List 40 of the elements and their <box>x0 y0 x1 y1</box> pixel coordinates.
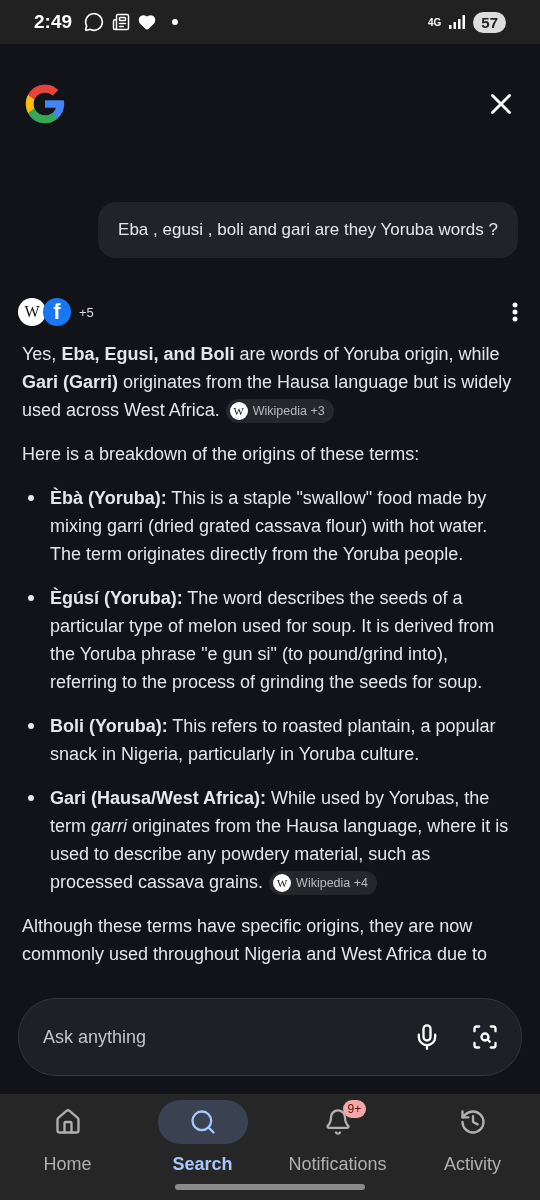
nav-tab[interactable]: 9+ Notifications <box>277 1100 398 1175</box>
home-icon <box>53 1108 82 1136</box>
heart-icon <box>138 13 157 31</box>
signal-icon <box>449 15 466 29</box>
battery-level: 57 <box>473 11 506 33</box>
bullet-icon <box>28 723 34 729</box>
bullet-text: Gari (Hausa/West Africa): While used by Yorubas, the term garri originates from the Hausa language, where it is used to describe any powdery material, such as processed cassava grains. W Wikipedia +4 <box>50 784 518 896</box>
camera-search-icon <box>471 1023 499 1051</box>
status-time: 2:49 <box>34 11 73 33</box>
source-chip[interactable]: W Wikipedia +3 <box>225 399 334 424</box>
source-chip[interactable]: W Wikipedia +4 <box>269 871 378 896</box>
bullet-text: Boli (Yoruba): This refers to roasted plantain, a popular snack in Nigeria, particularly in Yoruba culture. <box>50 715 497 766</box>
bullet-text: Ègúsí (Yoruba): The word describes the seeds of a particular type of melon used for soup. It is derived from the Yoruba phrase "e gun si" (to pound/grind into), referring to the process of grinding the seeds for soup. <box>50 586 496 694</box>
nav-tab[interactable]: Activity <box>412 1100 533 1175</box>
answer-paragraph: Here is a breakdown of the origins of these terms: <box>22 443 421 466</box>
chat-icon <box>84 12 105 32</box>
camera-search-button[interactable] <box>471 1023 499 1051</box>
bullet-icon <box>28 495 34 501</box>
sources-button[interactable]: W f +5 <box>18 298 94 326</box>
network-label: 4G <box>427 16 442 28</box>
source-logo: W <box>18 298 46 326</box>
query-bubble: Eba , egusi , boli and gari are they Yoruba words ? <box>98 202 518 258</box>
ask-field[interactable]: Ask anything <box>41 1025 383 1049</box>
source-logo: f <box>43 298 71 326</box>
bullet-icon <box>28 795 34 801</box>
source-logo: W <box>273 874 292 893</box>
source-logo: W <box>229 402 248 421</box>
answer-paragraph: Yes, Eba, Egusi, and Boli are words of Yoruba origin, while Gari (Garri) originates from the Hausa language but is widely used across West Africa. W Wikipedia +3 <box>22 340 518 424</box>
answer-paragraph: Although these terms have specific origins, they are now commonly used throughout Nigeria and West Africa due to <box>22 915 488 966</box>
nav-tab[interactable]: Search <box>142 1100 263 1175</box>
more-icon <box>512 302 518 322</box>
search-icon <box>188 1108 217 1136</box>
notification-badge: 9+ <box>342 1100 367 1118</box>
clock-icon <box>458 1108 487 1136</box>
bullet-text: Èbà (Yoruba): This is a staple "swallow" food made by mixing garri (dried grated cassava flour) with hot water. The term originates directly from the Yoruba people. <box>50 486 489 566</box>
bullet-icon <box>28 595 34 601</box>
dot-icon <box>172 19 179 25</box>
nav-tab[interactable]: Home <box>7 1100 128 1175</box>
more-button[interactable] <box>512 302 518 322</box>
newspaper-icon <box>112 13 131 31</box>
